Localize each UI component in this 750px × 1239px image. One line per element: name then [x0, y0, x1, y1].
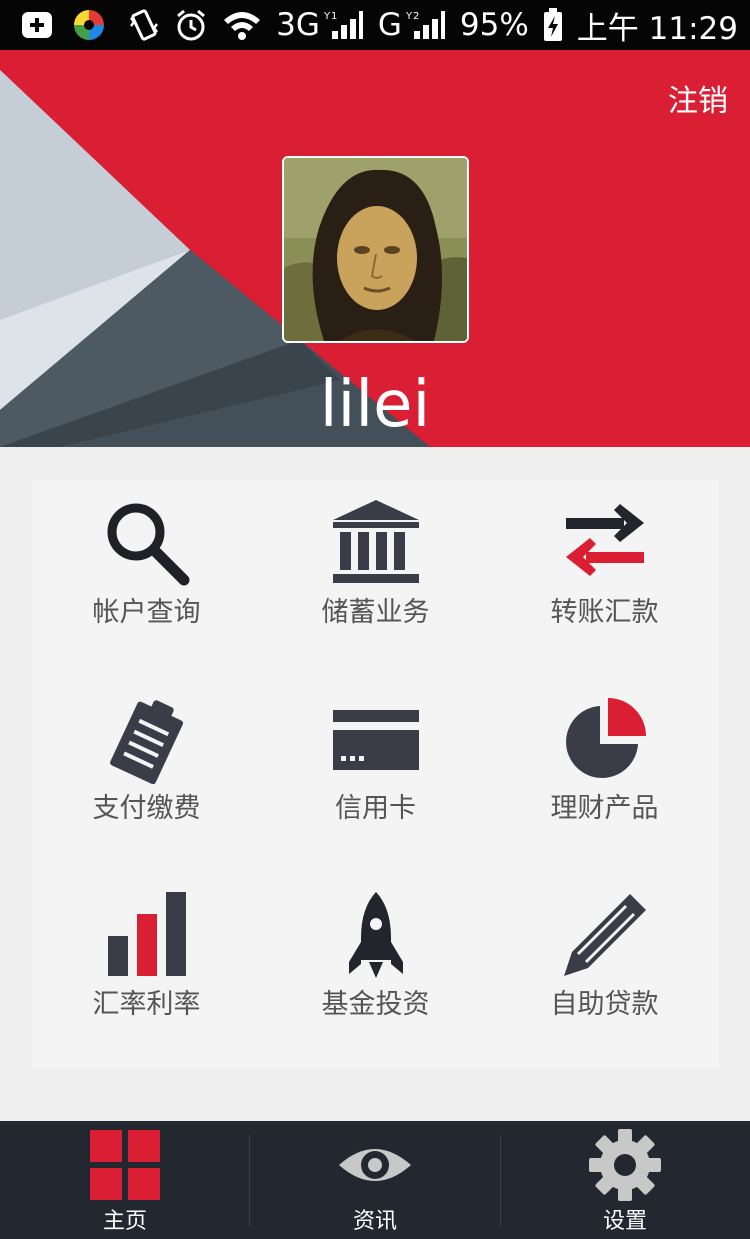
bank-icon: [333, 500, 419, 583]
clock: 上午 11:29: [576, 10, 738, 47]
sim2-network-type: G: [377, 7, 402, 43]
menu-item-label: 汇率利率: [92, 989, 201, 1020]
rocket-icon: [349, 892, 403, 978]
profile-header: 注销 lilei: [0, 50, 750, 447]
grid-icon: [90, 1130, 160, 1200]
menu-item-wealth[interactable]: 理财产品: [490, 676, 719, 872]
menu-item-transfer[interactable]: 转账汇款: [490, 480, 719, 676]
app-notification-icon: [72, 8, 106, 42]
notification-plus-icon: [20, 10, 54, 40]
menu-item-loan[interactable]: 自助贷款: [490, 872, 719, 1068]
menu-item-credit-card[interactable]: 信用卡: [261, 676, 490, 872]
battery-percent: 95%: [459, 7, 529, 43]
tab-label: 设置: [602, 1209, 647, 1234]
credit-card-icon: [333, 710, 419, 770]
battery-charging-icon: [543, 8, 563, 42]
bottom-navigation: 主页 资讯 设置: [0, 1121, 750, 1239]
tab-label: 主页: [102, 1209, 147, 1234]
menu-item-label: 储蓄业务: [321, 597, 430, 628]
menu-item-label: 自助贷款: [550, 989, 659, 1020]
tab-settings[interactable]: 设置: [500, 1121, 750, 1239]
menu-item-payment[interactable]: 支付缴费: [32, 676, 261, 872]
menu-item-label: 理财产品: [550, 793, 659, 824]
tab-label: 资讯: [352, 1209, 397, 1234]
menu-item-label: 基金投资: [321, 989, 430, 1020]
sim1-signal: 3G Y 1: [276, 7, 364, 43]
sim1-network-type: 3G: [276, 7, 320, 43]
gear-icon: [589, 1129, 661, 1201]
menu-item-label: 转账汇款: [550, 597, 659, 628]
alarm-icon: [174, 8, 208, 42]
wifi-icon: [222, 10, 262, 40]
menu-item-rates[interactable]: 汇率利率: [32, 872, 261, 1068]
menu-item-account-query[interactable]: 帐户查询: [32, 480, 261, 676]
menu-grid: 帐户查询 储蓄业务 转账汇款 支付缴费 信用卡 理财产品 汇率利率 基金投资 自…: [32, 480, 719, 1068]
tab-home[interactable]: 主页: [0, 1121, 250, 1239]
logout-button[interactable]: 注销: [668, 76, 728, 120]
status-bar: 3G Y 1 G Y 2 95% 上午 11:29: [0, 0, 750, 50]
bar-chart-icon: [108, 892, 186, 976]
menu-item-label: 支付缴费: [92, 793, 201, 824]
menu-item-label: 信用卡: [335, 793, 416, 824]
pencil-icon: [564, 894, 646, 976]
avatar[interactable]: [282, 156, 469, 343]
sim2-signal: G Y 2: [378, 7, 446, 43]
eye-icon: [339, 1149, 411, 1181]
sim1-index: 1: [331, 11, 337, 22]
svg-text:Y: Y: [323, 11, 331, 22]
transfer-arrows-icon: [566, 504, 644, 576]
menu-item-savings[interactable]: 储蓄业务: [261, 480, 490, 676]
menu-item-label: 帐户查询: [92, 597, 201, 628]
menu-item-fund[interactable]: 基金投资: [261, 872, 490, 1068]
tab-news[interactable]: 资讯: [250, 1121, 500, 1239]
pie-chart-icon: [566, 698, 646, 778]
username: lilei: [319, 368, 431, 442]
svg-text:Y: Y: [405, 11, 413, 22]
vibrate-icon: [128, 8, 160, 42]
search-icon: [107, 503, 190, 586]
sim2-index: 2: [413, 11, 419, 22]
bill-icon: [110, 700, 184, 784]
